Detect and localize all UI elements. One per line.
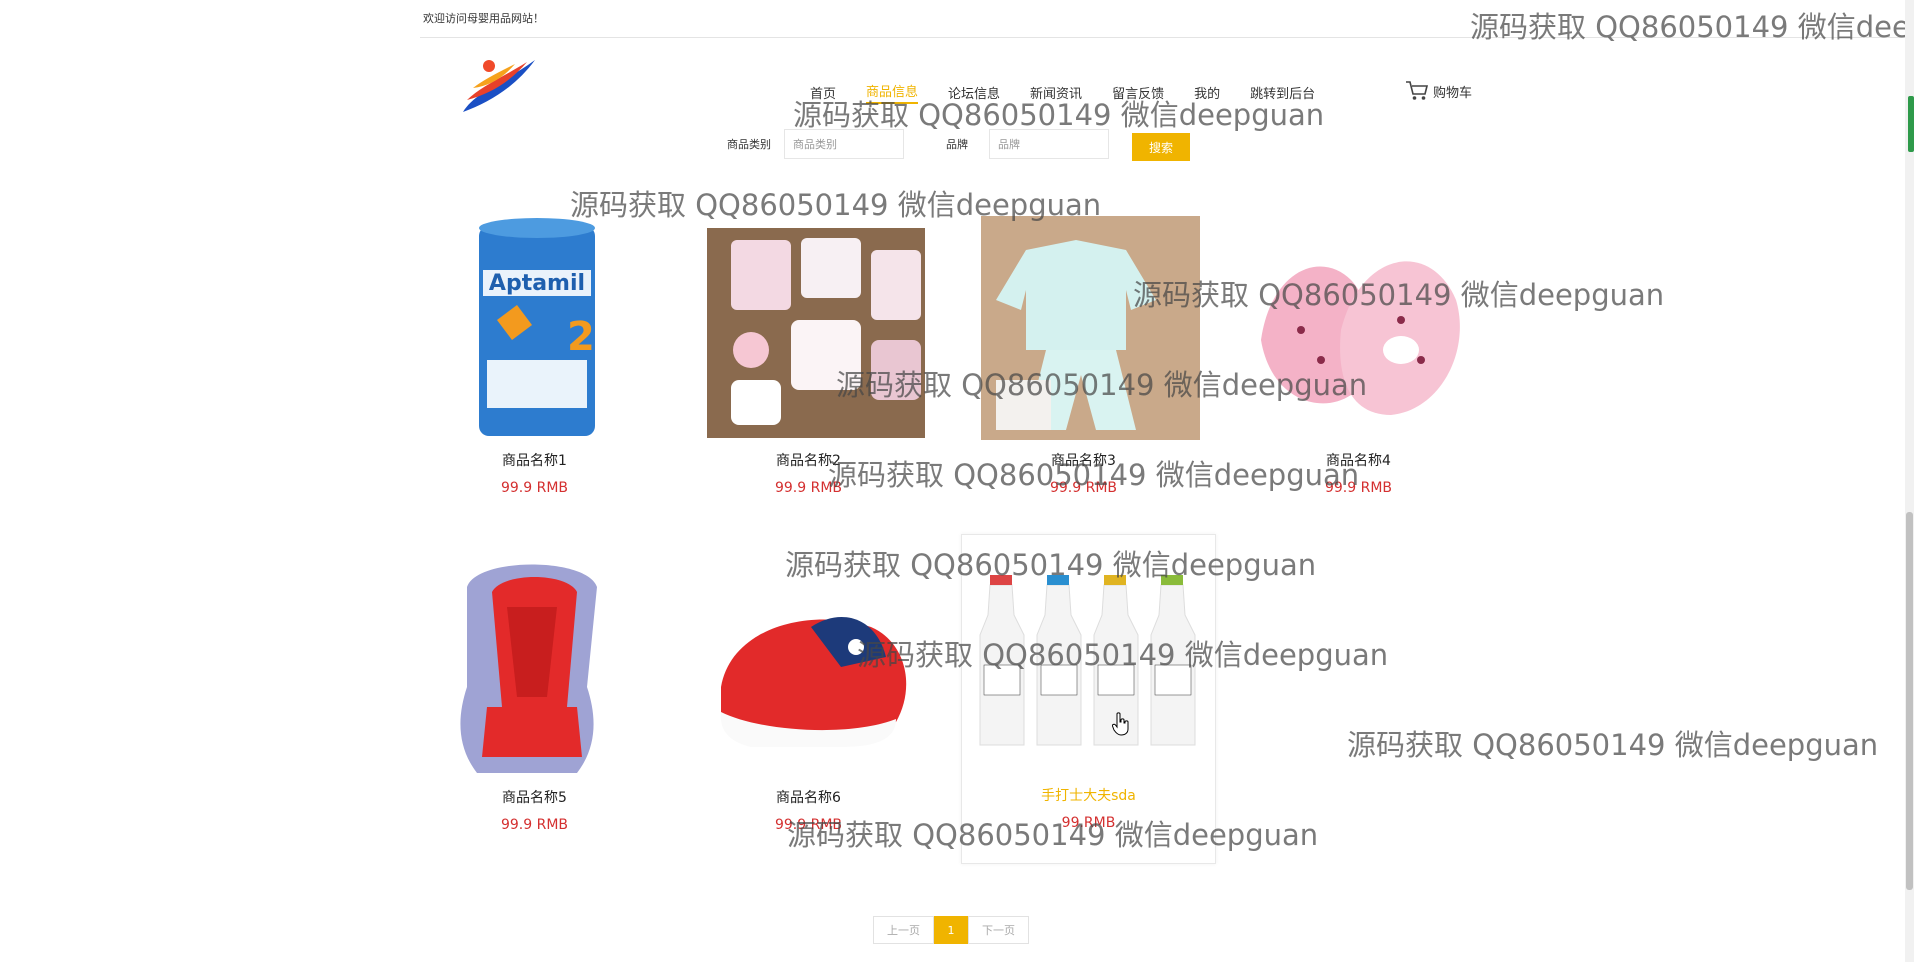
product-card[interactable]: Aptamil 2 商品名称1 99.9 RMB — [407, 200, 662, 530]
cart-icon — [1406, 81, 1429, 100]
nav-news[interactable]: 新闻资讯 — [1030, 83, 1082, 102]
nav-products[interactable]: 商品信息 — [866, 81, 919, 104]
watermark: 源码获取 QQ86050149 微信deepguan — [1347, 728, 1879, 762]
current-page[interactable]: 1 — [934, 916, 968, 944]
product-card-hovered[interactable]: 手打士大夫sda 99.RMB — [961, 534, 1216, 864]
product-name[interactable]: 商品名称5 — [407, 787, 662, 807]
brand-label: 品牌 — [946, 138, 968, 151]
pagination: 上一页 1 下一页 — [873, 916, 1029, 944]
product-name[interactable]: 商品名称1 — [407, 450, 662, 470]
product-image-pink-shoes — [1261, 261, 1460, 415]
scrollbar-marker — [1908, 96, 1914, 152]
svg-text:Aptamil: Aptamil — [489, 271, 585, 296]
page: 欢迎访问母婴用品网站！ 首页 商品信息 论坛信息 新闻资讯 留言反馈 我的 跳转… — [0, 0, 1914, 962]
product-card[interactable]: 商品名称3 99.9 RMB — [956, 200, 1211, 530]
welcome-text: 欢迎访问母婴用品网站！ — [423, 12, 544, 25]
category-label: 商品类别 — [727, 138, 771, 151]
product-image-formula: Aptamil 2 — [479, 218, 595, 436]
brand-input[interactable] — [989, 129, 1109, 159]
product-price: 99.9 RMB — [500, 480, 569, 496]
svg-text:2: 2 — [567, 314, 595, 360]
category-input[interactable] — [784, 129, 904, 159]
product-price: 99.9 RMB — [774, 480, 843, 496]
product-name[interactable]: 手打士大夫sda — [962, 785, 1215, 805]
product-price: 99.9 RMB — [1324, 480, 1393, 496]
product-name[interactable]: 商品名称2 — [681, 450, 936, 470]
product-price: 99.9 RMB — [500, 817, 569, 833]
search-button[interactable]: 搜索 — [1132, 133, 1190, 161]
site-logo[interactable] — [455, 52, 539, 120]
page-scrollbar[interactable] — [1905, 0, 1914, 962]
product-image-milk-bottles — [979, 575, 1196, 746]
product-image-pajamas — [981, 216, 1200, 440]
scrollbar-thumb[interactable] — [1906, 512, 1913, 890]
product-image-red-shoes — [720, 617, 907, 747]
product-name[interactable]: 商品名称6 — [681, 787, 936, 807]
product-price: 99.RMB — [1061, 815, 1116, 831]
product-image-clothes-set — [707, 228, 925, 438]
product-card[interactable]: 商品名称4 99.9 RMB — [1231, 200, 1486, 530]
product-card[interactable]: 商品名称5 99.9 RMB — [407, 537, 662, 867]
product-name[interactable]: 商品名称4 — [1231, 450, 1486, 470]
top-bar: 欢迎访问母婴用品网站！ — [420, 0, 1910, 38]
nav-forum[interactable]: 论坛信息 — [948, 83, 1000, 102]
cart-link[interactable]: 购物车 — [1405, 80, 1472, 102]
brand-search: 品牌 — [946, 129, 1109, 159]
product-price: 99.9 RMB — [1049, 480, 1118, 496]
prev-page-button[interactable]: 上一页 — [873, 916, 934, 944]
product-card[interactable]: 商品名称2 99.9 RMB — [681, 200, 936, 530]
nav-mine[interactable]: 我的 — [1194, 83, 1220, 102]
product-price: 99.9 RMB — [774, 817, 843, 833]
product-name[interactable]: 商品名称3 — [956, 450, 1211, 470]
main-nav: 首页 商品信息 论坛信息 新闻资讯 留言反馈 我的 跳转到后台 — [810, 81, 1345, 104]
next-page-button[interactable]: 下一页 — [968, 916, 1029, 944]
product-card[interactable]: 商品名称6 99.9 RMB — [681, 537, 936, 867]
nav-feedback[interactable]: 留言反馈 — [1112, 83, 1164, 102]
nav-home[interactable]: 首页 — [810, 83, 836, 102]
nav-admin[interactable]: 跳转到后台 — [1250, 83, 1315, 102]
cart-label: 购物车 — [1433, 85, 1473, 101]
category-search: 商品类别 — [727, 129, 904, 159]
product-image-car-seat — [460, 564, 597, 773]
hand-cursor-icon — [1112, 712, 1129, 736]
